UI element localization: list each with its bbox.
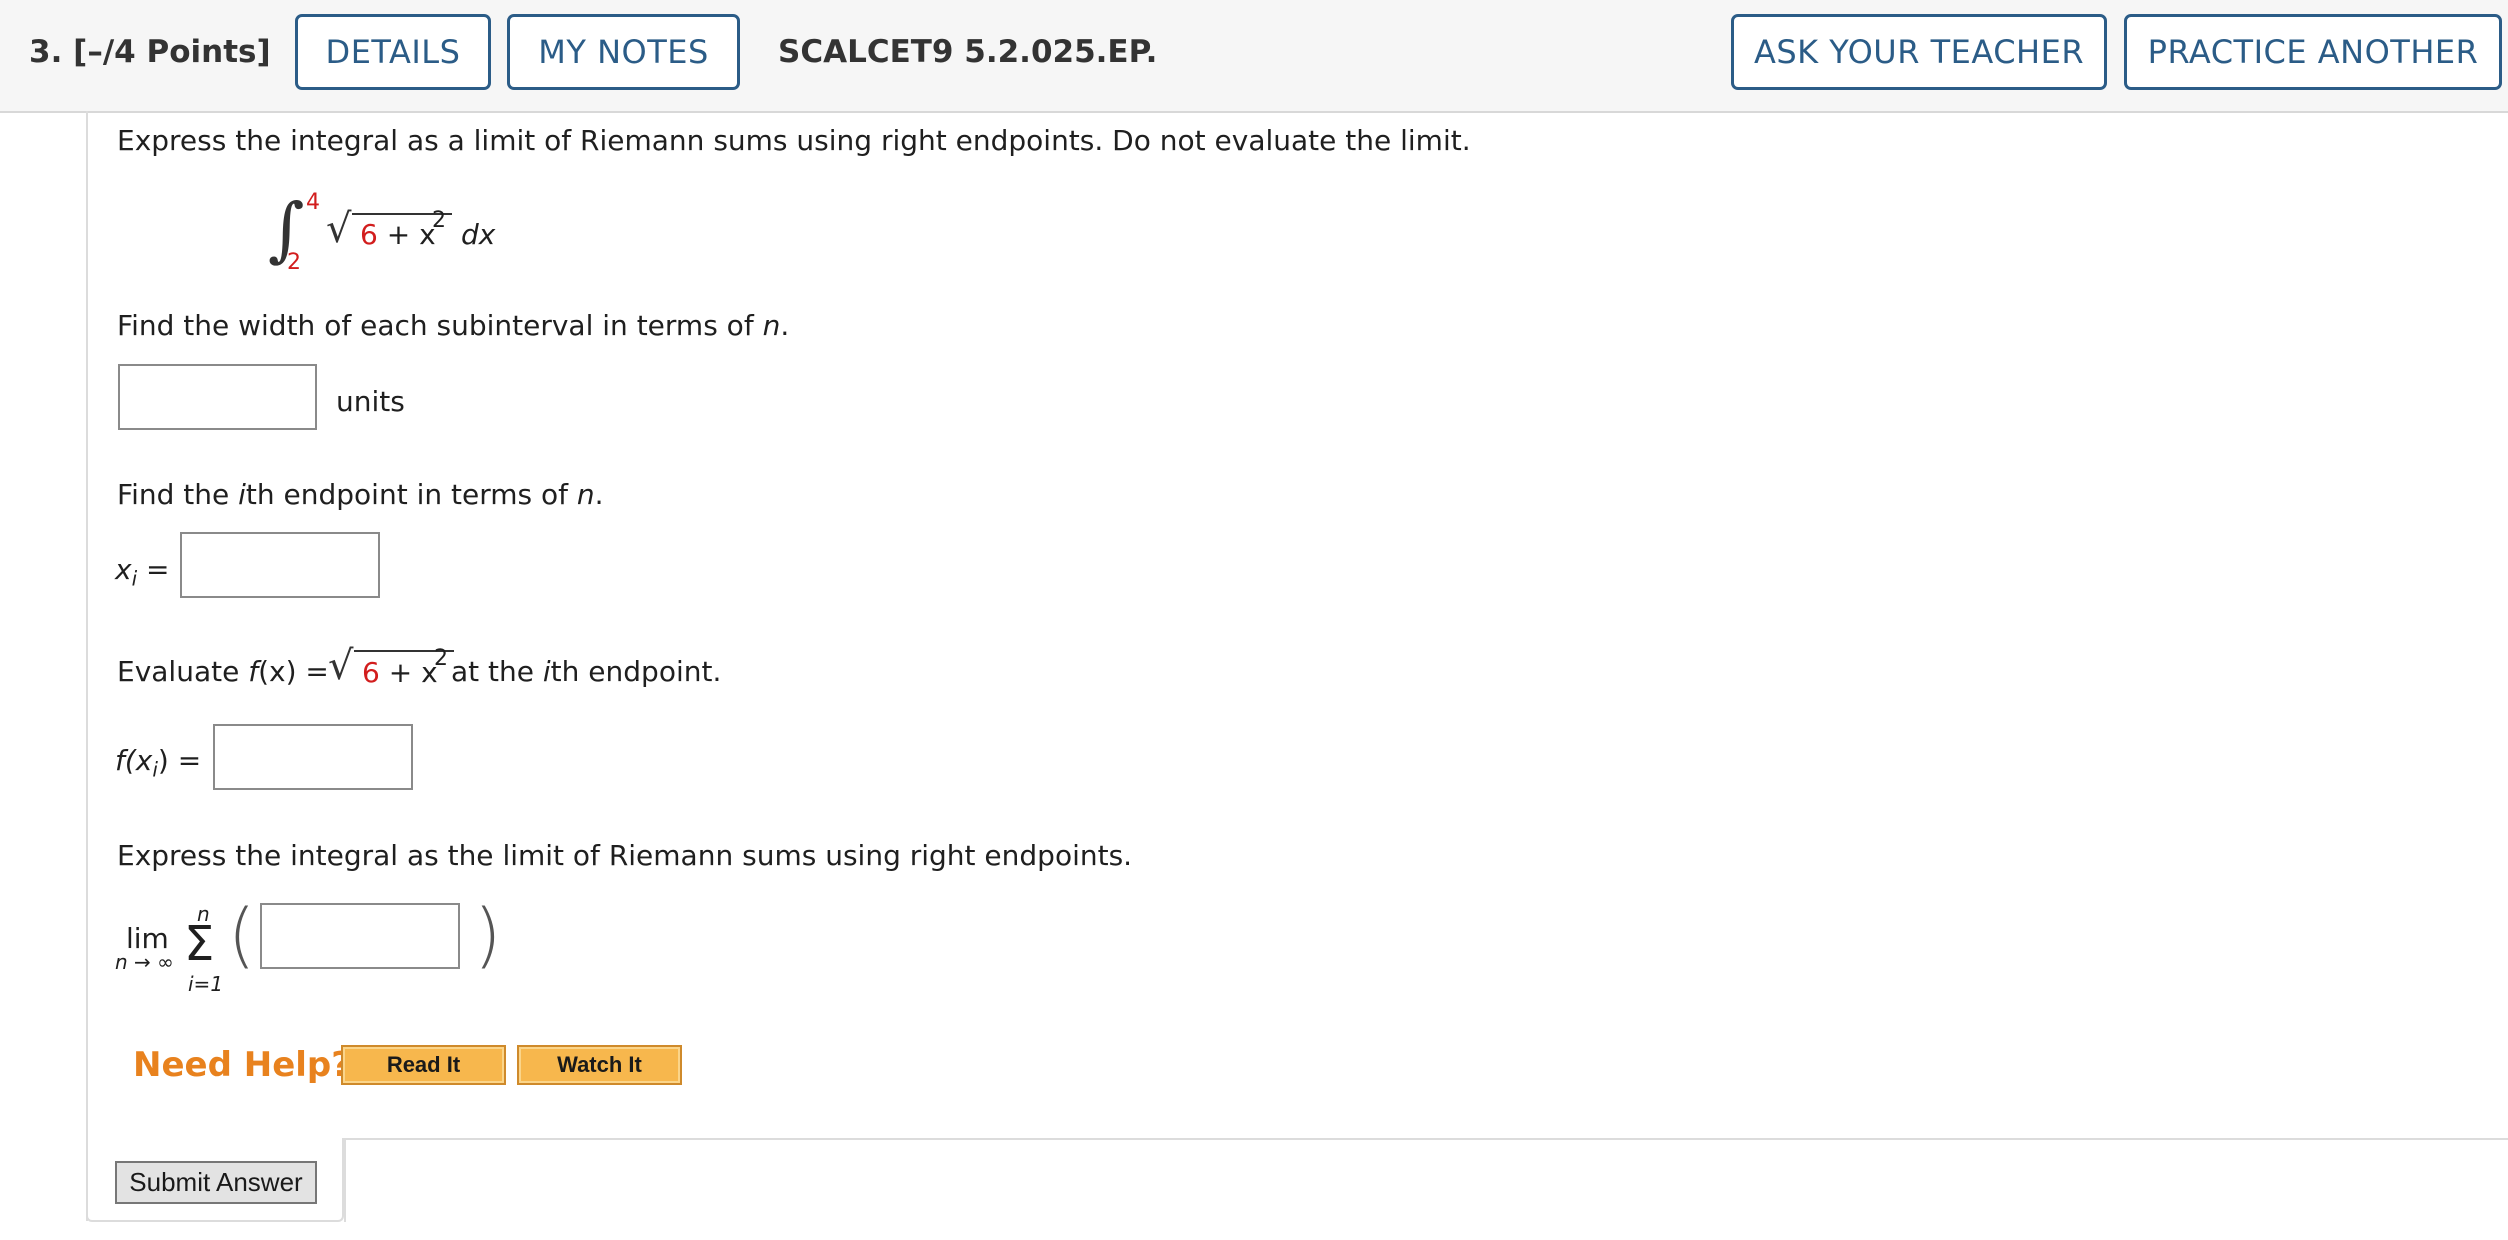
- xi-label: xi =: [115, 553, 170, 591]
- need-help-label: Need Help?: [133, 1045, 351, 1085]
- fxi-input[interactable]: [213, 724, 413, 790]
- lim-subscript: n → ∞: [115, 950, 174, 974]
- integral-upper-limit: 4: [306, 190, 320, 215]
- watch-it-button[interactable]: Watch It: [517, 1045, 682, 1085]
- integral-exponent: 2: [432, 208, 446, 233]
- ask-your-teacher-button[interactable]: ASK YOUR TEACHER: [1731, 14, 2107, 90]
- practice-another-button[interactable]: PRACTICE ANOTHER: [2124, 14, 2502, 90]
- riemann-prompt: Express the integral as the limit of Rie…: [117, 839, 1133, 872]
- sigma-symbol: Σ: [184, 916, 215, 972]
- endpoint-prompt: Find the ith endpoint in terms of n.: [117, 478, 604, 511]
- width-units-label: units: [336, 385, 405, 418]
- fxi-label: f(xi) =: [115, 744, 202, 782]
- sigma-lower: i=1: [188, 972, 224, 996]
- width-input[interactable]: [118, 364, 317, 430]
- question-header: 3. [–/4 Points] DETAILS MY NOTES SCALCET…: [0, 0, 2508, 113]
- integral-lower-limit: 2: [287, 250, 301, 275]
- sqrt-symbol: √: [326, 206, 352, 252]
- read-it-button[interactable]: Read It: [341, 1045, 506, 1085]
- question-number: 3.: [29, 34, 63, 70]
- close-paren: ): [474, 894, 502, 976]
- question-title: 3. [–/4 Points]: [29, 34, 271, 70]
- riemann-sum-input[interactable]: [260, 903, 460, 969]
- my-notes-button[interactable]: MY NOTES: [507, 14, 740, 90]
- sqrt-symbol-fx: √: [328, 643, 354, 689]
- divider: [344, 1138, 2508, 1140]
- question-points: [–/4 Points]: [73, 34, 271, 70]
- submit-answer-button[interactable]: Submit Answer: [115, 1161, 317, 1204]
- integral-radicand: 6 + x: [360, 218, 436, 251]
- xi-input[interactable]: [180, 532, 380, 598]
- problem-code: SCALCET9 5.2.025.EP.: [778, 34, 1158, 70]
- divider-vertical: [344, 1138, 346, 1222]
- integral-differential: dx: [461, 218, 496, 251]
- open-paren: (: [228, 894, 256, 976]
- problem-instruction: Express the integral as a limit of Riema…: [117, 124, 1471, 157]
- details-button[interactable]: DETAILS: [295, 14, 491, 90]
- width-prompt: Find the width of each subinterval in te…: [117, 309, 790, 342]
